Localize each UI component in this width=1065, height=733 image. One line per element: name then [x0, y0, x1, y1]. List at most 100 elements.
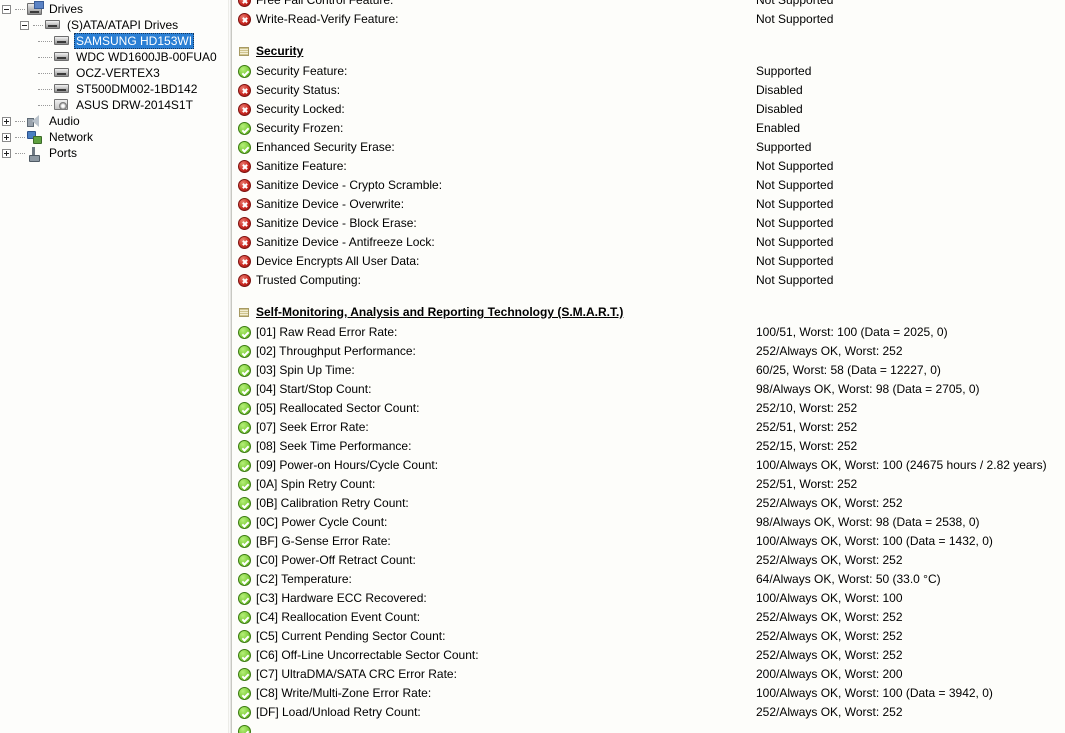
tree-item-label: (S)ATA/ATAPI Drives — [67, 18, 179, 32]
detail-row-label: [C0] Power-Off Retract Count: — [256, 553, 416, 567]
ports-icon — [27, 146, 43, 162]
detail-row-label: Security Locked: — [256, 102, 345, 116]
status-ok-icon — [238, 478, 251, 491]
status-ok-icon — [238, 573, 251, 586]
detail-row: Sanitize Device - Crypto Scramble: Not Su… — [232, 176, 1065, 195]
detail-row-value: Disabled — [756, 83, 803, 97]
detail-row: Write-Read-Verify Feature: Not Supported — [232, 10, 1065, 29]
detail-row-value: 252/15, Worst: 252 — [756, 439, 858, 453]
tree-item-label: ST500DM002-1BD142 — [76, 82, 198, 96]
detail-row: Security Locked: Disabled — [232, 100, 1065, 119]
detail-row-label: [C2] Temperature: — [256, 572, 352, 586]
tree-expand-icon[interactable] — [2, 148, 11, 158]
detail-row-value: Not Supported — [756, 197, 834, 211]
detail-row-value: Not Supported — [756, 273, 834, 287]
detail-row-label: Sanitize Device - Block Erase: — [256, 216, 417, 230]
status-error-icon — [238, 274, 251, 287]
status-ok-icon — [238, 326, 251, 339]
tree-collapse-icon[interactable] — [20, 20, 29, 30]
tree-guide-line — [33, 24, 43, 26]
detail-row-value: Not Supported — [756, 216, 834, 230]
detail-row-label: [04] Start/Stop Count: — [256, 382, 372, 396]
detail-row: [04] Start/Stop Count: 98/Always OK, Wors… — [232, 380, 1065, 399]
detail-row — [232, 722, 1065, 733]
detail-row-value: 252/Always OK, Worst: 252 — [756, 553, 903, 567]
status-ok-icon — [238, 402, 251, 415]
detail-row-value: Enabled — [756, 121, 801, 135]
detail-row: Sanitize Device - Block Erase: Not Suppor… — [232, 214, 1065, 233]
tree-item-label: Ports — [49, 146, 78, 160]
status-ok-icon — [238, 725, 251, 733]
detail-row-label: [C3] Hardware ECC Recovered: — [256, 591, 427, 605]
detail-row-label: [09] Power-on Hours/Cycle Count: — [256, 458, 439, 472]
detail-row-value: 100/Always OK, Worst: 100 (24675 hours /… — [756, 458, 1047, 472]
detail-row-value: 252/Always OK, Worst: 252 — [756, 648, 903, 662]
status-ok-icon — [238, 345, 251, 358]
tree-item-audio[interactable]: Audio — [0, 113, 228, 129]
drive-detail-panel[interactable]: Free Fall Control Feature: Not Supported W… — [232, 0, 1065, 733]
tree-item-label: Audio — [49, 114, 80, 128]
tree-item-samsung-hd153wi[interactable]: SAMSUNG HD153WI — [0, 33, 228, 49]
tree-item-wdc-wd1600jb-00fua0[interactable]: WDC WD1600JB-00FUA0 — [0, 49, 228, 65]
tree-item-network[interactable]: Network — [0, 129, 228, 145]
detail-row-label: Security Status: — [256, 83, 341, 97]
detail-row-value: 252/10, Worst: 252 — [756, 401, 858, 415]
drives-icon — [27, 1, 44, 16]
detail-row-label: Trusted Computing: — [256, 273, 361, 287]
device-tree-panel[interactable]: Drives (S)ATA/ATAPI Drives SAMSUNG HD153WI… — [0, 0, 228, 733]
tree-guide-line — [38, 56, 52, 58]
detail-row-value: 98/Always OK, Worst: 98 (Data = 2538, 0) — [756, 515, 980, 529]
detail-row-label: [C4] Reallocation Event Count: — [256, 610, 421, 624]
detail-row-label: Sanitize Device - Crypto Scramble: — [256, 178, 443, 192]
tree-item-drives[interactable]: Drives — [0, 1, 228, 17]
device-tree[interactable]: Drives (S)ATA/ATAPI Drives SAMSUNG HD153WI… — [0, 1, 228, 162]
status-ok-icon — [238, 459, 251, 472]
detail-row-value: Disabled — [756, 102, 803, 116]
detail-row-value: 200/Always OK, Worst: 200 — [756, 667, 903, 681]
detail-row-value: 252/Always OK, Worst: 252 — [756, 496, 903, 510]
detail-row: [0B] Calibration Retry Count: 252/Always … — [232, 494, 1065, 513]
detail-row-label: [02] Throughput Performance: — [256, 344, 416, 358]
detail-row-label: [05] Reallocated Sector Count: — [256, 401, 420, 415]
tree-guide-line — [38, 40, 52, 42]
detail-row-value: Not Supported — [756, 235, 834, 249]
detail-row: [07] Seek Error Rate: 252/51, Worst: 252 — [232, 418, 1065, 437]
section-title: Security — [256, 44, 304, 58]
detail-row: [08] Seek Time Performance: 252/15, Worst… — [232, 437, 1065, 456]
detail-row-value: 252/51, Worst: 252 — [756, 477, 858, 491]
detail-row: Sanitize Device - Antifreeze Lock: Not Su… — [232, 233, 1065, 252]
tree-guide-line — [15, 152, 25, 154]
detail-row: [C5] Current Pending Sector Count: 252/Al… — [232, 627, 1065, 646]
tree-expand-icon[interactable] — [2, 132, 11, 142]
detail-row: [0C] Power Cycle Count: 98/Always OK, Wor… — [232, 513, 1065, 532]
tree-item-asus-drw-2014s1t[interactable]: ASUS DRW-2014S1T — [0, 97, 228, 113]
status-ok-icon — [238, 649, 251, 662]
detail-row: [C2] Temperature: 64/Always OK, Worst: 50… — [232, 570, 1065, 589]
hdd-icon — [54, 66, 70, 80]
detail-row: Sanitize Device - Overwrite: Not Supporte… — [232, 195, 1065, 214]
tree-item-st500dm002-1bd142[interactable]: ST500DM002-1BD142 — [0, 81, 228, 97]
detail-row-value: 60/25, Worst: 58 (Data = 12227, 0) — [756, 363, 941, 377]
detail-row: [09] Power-on Hours/Cycle Count: 100/Alwa… — [232, 456, 1065, 475]
detail-row-value: 100/Always OK, Worst: 100 (Data = 3942, … — [756, 686, 993, 700]
tree-item-ports[interactable]: Ports — [0, 145, 228, 162]
detail-row-label: Free Fall Control Feature: — [256, 0, 394, 7]
tree-item-ocz-vertex3[interactable]: OCZ-VERTEX3 — [0, 65, 228, 81]
tree-collapse-icon[interactable] — [2, 4, 11, 14]
detail-row-value: 252/51, Worst: 252 — [756, 420, 858, 434]
status-ok-icon — [238, 364, 251, 377]
status-error-icon — [238, 84, 251, 97]
status-error-icon — [238, 103, 251, 116]
detail-row-label: [C7] UltraDMA/SATA CRC Error Rate: — [256, 667, 457, 681]
status-error-icon — [238, 198, 251, 211]
tree-expand-icon[interactable] — [2, 116, 11, 126]
drive-detail-list: Free Fall Control Feature: Not Supported W… — [232, 0, 1065, 733]
tree-item-s-ata-atapi-drives[interactable]: (S)ATA/ATAPI Drives — [0, 17, 228, 33]
detail-row: [05] Reallocated Sector Count: 252/10, Wo… — [232, 399, 1065, 418]
tree-item-label: OCZ-VERTEX3 — [76, 66, 160, 80]
status-ok-icon — [238, 535, 251, 548]
detail-row: [C6] Off-Line Uncorrectable Sector Count… — [232, 646, 1065, 665]
detail-row-label: Device Encrypts All User Data: — [256, 254, 420, 268]
detail-row: [C4] Reallocation Event Count: 252/Always… — [232, 608, 1065, 627]
detail-row-label: Write-Read-Verify Feature: — [256, 12, 399, 26]
